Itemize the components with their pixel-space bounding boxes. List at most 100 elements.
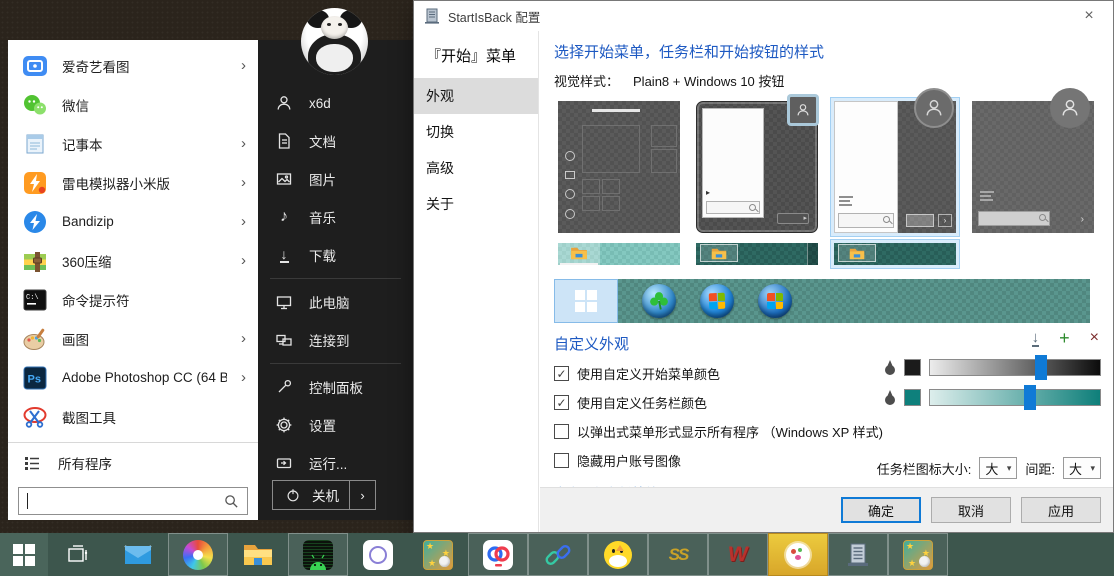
user-item[interactable]: x6d — [258, 84, 413, 122]
start-app-photoshop[interactable]: Ps Adobe Photoshop CC (64 Bit) › — [8, 358, 258, 397]
link-app-button[interactable] — [528, 533, 588, 576]
slider-thumb-1[interactable] — [1024, 385, 1036, 410]
user-mini-icon — [565, 151, 575, 161]
color-swatch-black[interactable] — [904, 359, 921, 376]
start-app-iqiyi[interactable]: 爱奇艺看图 › — [8, 46, 258, 85]
control-panel-item[interactable]: 控制面板 — [258, 368, 413, 406]
user-avatar[interactable] — [301, 8, 368, 75]
music-icon: ♪ — [274, 209, 294, 225]
ok-button[interactable]: 确定 — [841, 497, 921, 523]
start-app-360zip[interactable]: 360压缩 › — [8, 241, 258, 280]
remove-color-icon[interactable]: × — [1090, 330, 1099, 346]
baidu-netdisk-button[interactable] — [468, 533, 528, 576]
run-item[interactable]: 运行... — [258, 444, 413, 482]
icon-size-select[interactable]: 大 ▾ — [979, 457, 1017, 479]
chevron-right-icon: › — [241, 330, 246, 347]
icon-size-label: 任务栏图标大小: — [877, 459, 972, 478]
nav-item-appearance[interactable]: 外观 — [414, 78, 538, 114]
running-underline — [560, 263, 598, 265]
start-button[interactable] — [0, 533, 48, 576]
start-app-bandizip[interactable]: Bandizip › — [8, 202, 258, 241]
color-swatch-teal[interactable] — [904, 389, 921, 406]
downloads-item[interactable]: ↓ 下载 — [258, 236, 413, 274]
add-color-icon[interactable]: + — [1059, 329, 1070, 347]
ss-app-button[interactable]: SS — [648, 533, 708, 576]
start-app-ldplayer[interactable]: 雷电模拟器小米版 › — [8, 163, 258, 202]
preview-win10-style[interactable] — [554, 97, 684, 269]
divider — [270, 278, 401, 279]
app-label: 爱奇艺看图 — [62, 56, 227, 76]
tile — [602, 179, 620, 194]
android-emulator-button[interactable] — [288, 533, 348, 576]
checkbox[interactable]: ✓ — [554, 395, 569, 410]
chick-app-button[interactable] — [588, 533, 648, 576]
documents-item[interactable]: 文档 — [258, 122, 413, 160]
music-item[interactable]: ♪ 音乐 — [258, 198, 413, 236]
spacing-label: 间距: — [1025, 459, 1055, 478]
mini-search-box — [838, 213, 894, 228]
export-color-icon[interactable]: ↓ — [1032, 330, 1040, 347]
start-menu-app-list: 爱奇艺看图 › 微信 记事本 › 雷电模拟器小米版 › Bandizip › 3… — [8, 40, 258, 520]
active-yellow-app-button[interactable] — [768, 533, 828, 576]
search-icon — [224, 494, 239, 509]
browser-360-button[interactable] — [168, 533, 228, 576]
toybox-tool-2-button[interactable]: ★★★ — [888, 533, 948, 576]
slider-thumb-0[interactable] — [1035, 355, 1047, 380]
nav-item-about[interactable]: 关于 — [414, 186, 538, 222]
search-input[interactable] — [34, 494, 218, 509]
checkbox[interactable]: ✓ — [554, 366, 569, 381]
file-explorer-button[interactable] — [228, 533, 288, 576]
start-app-cmd[interactable]: C:\ 命令提示符 — [8, 280, 258, 319]
w-logo-icon: W — [726, 543, 749, 567]
start-app-wechat[interactable]: 微信 — [8, 85, 258, 124]
start-app-paint[interactable]: 画图 › — [8, 319, 258, 358]
folder-icon — [570, 246, 588, 260]
start-app-snipping[interactable]: 截图工具 — [8, 397, 258, 436]
shutdown-options-button[interactable]: › — [350, 480, 376, 510]
shutdown-button[interactable]: 关机 — [272, 480, 350, 510]
w-app-button[interactable]: W — [708, 533, 768, 576]
checkbox[interactable] — [554, 453, 569, 468]
nav-item-switching[interactable]: 切换 — [414, 114, 538, 150]
this-pc-label: 此电脑 — [309, 292, 350, 312]
settings-item[interactable]: 设置 — [258, 406, 413, 444]
start-button-win7-orb[interactable] — [700, 284, 734, 318]
avatar-frame — [787, 94, 819, 126]
windows-orb-flag-icon — [709, 293, 726, 310]
checkbox[interactable] — [554, 424, 569, 439]
pictures-item[interactable]: 图片 — [258, 160, 413, 198]
startisback-taskbar-button[interactable] — [828, 533, 888, 576]
start-button-shamrock[interactable] — [642, 284, 676, 318]
gear-icon — [274, 416, 294, 434]
all-programs-button[interactable]: 所有程序 — [8, 447, 258, 479]
start-button-win10-selected[interactable] — [554, 279, 618, 323]
circle-app-button[interactable] — [348, 533, 408, 576]
nav-item-advanced[interactable]: 高级 — [414, 150, 538, 186]
droplet-icon — [884, 390, 896, 405]
apply-button[interactable]: 应用 — [1021, 497, 1101, 523]
spacing-select[interactable]: 大 ▾ — [1063, 457, 1101, 479]
ldplayer-xiaomi-icon — [22, 170, 48, 196]
mail-button[interactable] — [108, 533, 168, 576]
taskbar: ★★★ SS W ★★★ — [0, 533, 1114, 576]
start-search-box[interactable] — [18, 487, 248, 515]
preview-plain10-style[interactable]: › — [968, 97, 1098, 269]
color-tools: ↓ + × — [1032, 329, 1099, 347]
toybox-tool-button[interactable]: ★★★ — [408, 533, 468, 576]
brightness-slider[interactable] — [929, 359, 1101, 376]
start-button-classic-orb[interactable] — [758, 284, 792, 318]
list-icon — [980, 191, 994, 203]
cancel-button[interactable]: 取消 — [931, 497, 1011, 523]
this-pc-item[interactable]: 此电脑 — [258, 283, 413, 321]
preview-win7-style[interactable]: ▸ ▸ — [692, 97, 822, 269]
preview-plain8-style-selected[interactable]: › — [830, 97, 960, 269]
close-icon[interactable]: × — [1075, 4, 1103, 28]
connect-to-item[interactable]: 连接到 — [258, 321, 413, 359]
start-app-notepad[interactable]: 记事本 › — [8, 124, 258, 163]
visual-style-row: 视觉样式： Plain8 + Windows 10 按钮 — [554, 71, 1101, 90]
task-view-button[interactable] — [48, 533, 108, 576]
android-emulator-icon — [303, 540, 333, 570]
checkbox-xp-style-menu[interactable]: 以弹出式菜单形式显示所有程序 （Windows XP 样式) — [554, 422, 1101, 441]
brightness-slider[interactable] — [929, 389, 1101, 406]
dialog-title-bar[interactable]: StartIsBack 配置 × — [414, 1, 1113, 31]
